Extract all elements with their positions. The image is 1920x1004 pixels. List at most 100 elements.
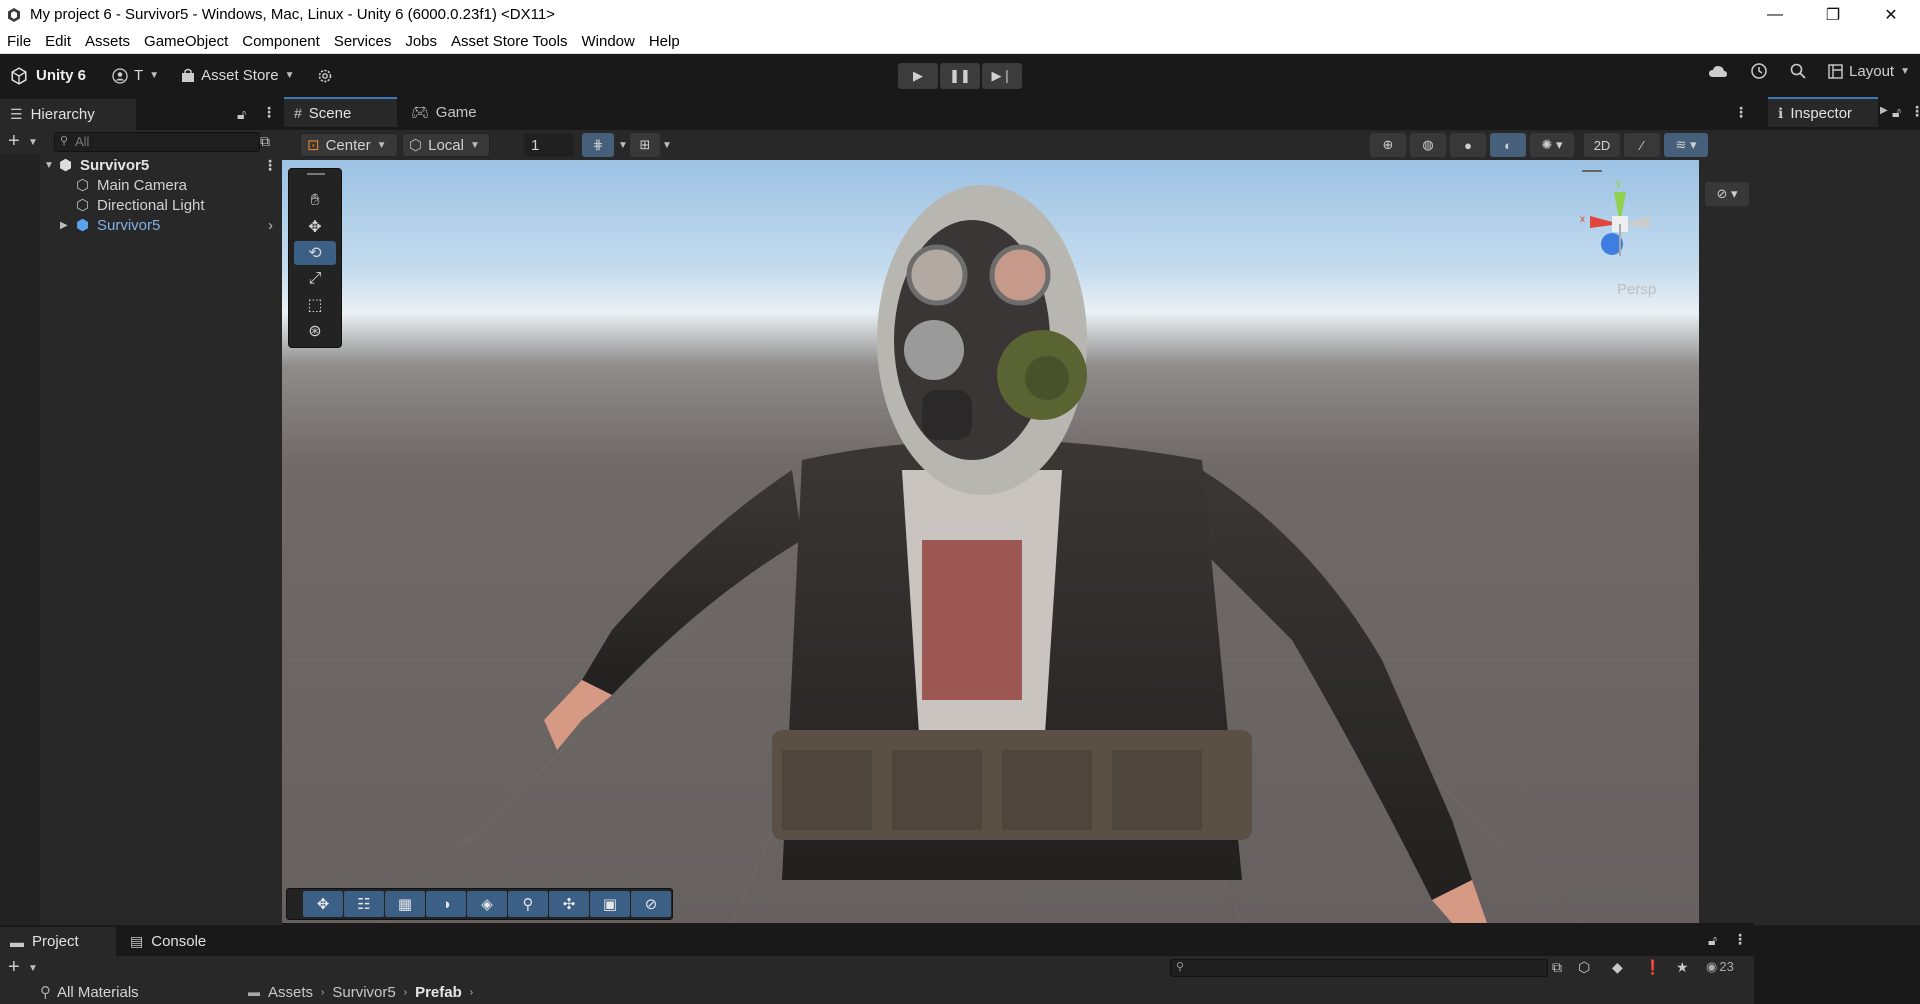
layers-view-button[interactable]: ◈ [467,891,507,917]
orientation-button[interactable]: ⊕ [1370,133,1406,157]
breadcrumb-item[interactable]: Survivor5 [332,984,395,1001]
label-icon[interactable]: ◆ [1612,959,1623,976]
pause-button[interactable]: ❚❚ [940,63,980,89]
grid-size-field[interactable]: 1 [524,133,574,157]
menu-gameobject[interactable]: GameObject [137,29,235,54]
draw-mode-button[interactable]: ◍ [1410,133,1446,157]
menu-assets[interactable]: Assets [78,29,137,54]
camera-view-button[interactable]: ▣ [590,891,630,917]
asset-store-dropdown[interactable]: Asset Store ▼ [181,63,295,89]
tab-scene[interactable]: # Scene [284,97,397,127]
lock-icon[interactable]: 🔓︎ [1892,104,1901,121]
history-icon[interactable] [1750,62,1768,80]
tab-console[interactable]: ▤ Console [120,927,230,956]
favorites-item[interactable]: ⚲ All Materials [0,980,245,1004]
list-item[interactable]: ⬡ Main Camera [0,175,282,195]
lock-icon[interactable]: 🔓︎ [1708,932,1717,949]
search-icon[interactable] [1790,63,1806,79]
shading-view-button[interactable]: ◑ [426,891,466,917]
add-icon[interactable]: + [8,956,20,979]
more-options-icon[interactable]: ⋮ [262,104,276,121]
scene-row[interactable]: ▼ ⬢ Survivor5 ⋮ [0,155,282,175]
pivot-rotation-dropdown[interactable]: ⬡ Local ▼ [402,133,490,157]
effects-dropdown[interactable]: ✺ ▾ [1530,133,1574,157]
camera-mode-label[interactable]: Persp [1617,281,1656,298]
lock-icon[interactable]: 🔓︎ [237,106,246,123]
menu-jobs[interactable]: Jobs [398,29,444,54]
star-icon[interactable]: ★ [1676,959,1689,976]
grid-snap-button[interactable]: ⋕ [582,133,614,157]
menu-help[interactable]: Help [642,29,687,54]
warning-icon[interactable]: ❗ [1644,959,1661,976]
collapsed-arrow-icon[interactable]: ▶ [60,220,68,231]
account-dropdown[interactable]: T ▼ [112,63,159,89]
chevron-right-icon[interactable]: ▶ [1880,105,1888,116]
breadcrumb-current[interactable]: Prefab [415,984,462,1001]
list-item[interactable]: ⬡ Directional Light [0,195,282,215]
hand-tool-button[interactable]: ✋︎ [294,189,336,213]
chevron-right-icon[interactable]: › [268,217,273,234]
increment-snap-button[interactable]: ⊞ [630,133,660,157]
hierarchy-search-input[interactable]: ⚲ All [54,132,260,152]
search-scene-icon[interactable]: ⧉ [1552,959,1562,976]
more-options-icon[interactable]: ⋮ [263,157,277,174]
step-button[interactable]: ▶❘ [982,63,1022,89]
rect-tool-button[interactable]: ⬚ [294,293,336,317]
tab-inspector[interactable]: ℹ Inspector [1768,97,1878,127]
grid-view-button[interactable]: ▦ [385,891,425,917]
chevron-right-icon: › [469,986,474,998]
minimize-button[interactable]: — [1746,0,1804,29]
chevron-down-icon[interactable]: ▼ [662,140,672,151]
navigation-view-button[interactable]: ⊘ [631,891,671,917]
project-search-input[interactable]: ⚲ [1170,959,1548,977]
layout-dropdown[interactable]: Layout ▼ [1828,63,1910,80]
tab-project[interactable]: ▬ Project [0,927,116,956]
hidden-packages-toggle[interactable]: ◉ 23 [1706,959,1734,975]
menu-file[interactable]: File [0,29,38,54]
gizmo-handle[interactable] [1582,170,1602,172]
tab-hierarchy[interactable]: ☰ Hierarchy [0,99,136,130]
layers-dropdown[interactable]: ≋ ▾ [1664,133,1708,157]
close-button[interactable]: ✕ [1862,0,1920,29]
transform-tool-button[interactable]: ⊛ [294,319,336,343]
chevron-down-icon[interactable]: ▼ [618,140,628,151]
scale-tool-button[interactable]: ⤢ [294,267,336,291]
cloud-settings-button[interactable] [317,63,333,89]
orientation-gizmo[interactable]: y x [1572,164,1682,284]
play-button[interactable]: ▶ [898,63,938,89]
unity-home-button[interactable]: Unity 6 [10,63,86,89]
menu-component[interactable]: Component [235,29,327,54]
chevron-down-icon[interactable]: ▼ [28,963,38,974]
scene-viewport[interactable]: ✋︎ ✥ ⟲ ⤢ ⬚ ⊛ y x Persp ✥ ☷ ▦ ◑ ◈ ⚲ ✣ ▣ ⊘ [282,160,1699,923]
menu-services[interactable]: Services [327,29,399,54]
more-options-icon[interactable]: ⋮ [1910,103,1920,120]
audio-button[interactable]: ⁄ [1624,133,1660,157]
scene-search-icon[interactable]: ⧉ [260,133,270,150]
list-item[interactable]: ▶ ⬢ Survivor5 › [0,215,282,235]
tab-game[interactable]: 🎮︎ Game [401,97,501,127]
overlay-handle[interactable] [307,173,325,175]
more-options-icon[interactable]: ⋮ [1733,931,1747,948]
zoom-view-button[interactable]: ⚲ [508,891,548,917]
chevron-down-icon[interactable]: ▼ [28,137,38,148]
filter-type-icon[interactable]: ⬡ [1578,959,1590,976]
rotate-tool-button[interactable]: ⟲ [294,241,336,265]
breadcrumb-item[interactable]: Assets [268,984,313,1001]
cloud-icon[interactable] [1708,64,1728,78]
pivot-mode-dropdown[interactable]: ⊡ Center ▼ [300,133,398,157]
restore-button[interactable]: ❐ [1804,0,1862,29]
move-tool-button[interactable]: ✥ [294,215,336,239]
more-options-icon[interactable]: ⋮ [1734,104,1748,121]
2d-button[interactable]: 2D [1584,133,1620,157]
navigation-dropdown[interactable]: ⊘ ▾ [1705,182,1749,206]
menu-window[interactable]: Window [574,29,641,54]
menu-asset-store-tools[interactable]: Asset Store Tools [444,29,574,54]
pivot-view-button[interactable]: ✣ [549,891,589,917]
expanded-arrow-icon[interactable]: ▼ [44,160,54,171]
lighting-button[interactable]: ◐ [1490,133,1526,157]
move-view-button[interactable]: ✥ [303,891,343,917]
menu-edit[interactable]: Edit [38,29,78,54]
add-icon[interactable]: + [8,130,20,153]
shaded-button[interactable]: ● [1450,133,1486,157]
settings-view-button[interactable]: ☷ [344,891,384,917]
